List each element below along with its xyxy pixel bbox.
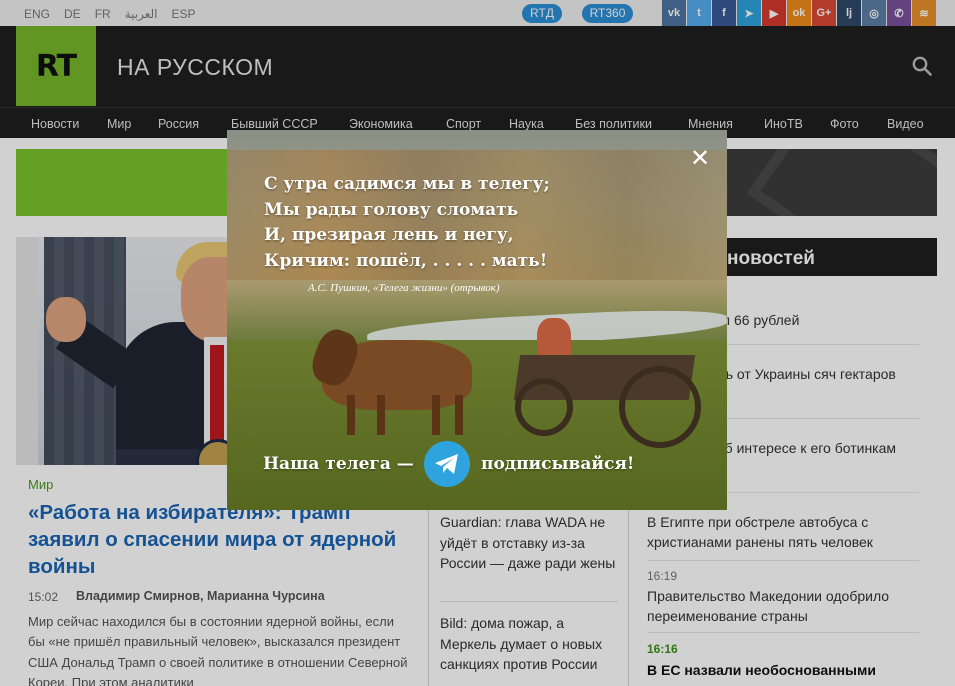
close-icon[interactable]: ✕ — [687, 146, 713, 172]
telegram-icon[interactable] — [424, 441, 470, 487]
poem-attribution: А.С. Пушкин, «Телега жизни» (отрывок) — [308, 282, 500, 294]
subscribe-text[interactable]: подписывайся! — [481, 454, 634, 474]
paper-plane-icon — [435, 454, 458, 474]
cta-text[interactable]: Наша телега — — [263, 454, 414, 474]
poem-text: С утра садимся мы в телегу; Мы рады голо… — [264, 174, 550, 271]
telegram-popup[interactable]: С утра садимся мы в телегу; Мы рады голо… — [227, 130, 727, 510]
